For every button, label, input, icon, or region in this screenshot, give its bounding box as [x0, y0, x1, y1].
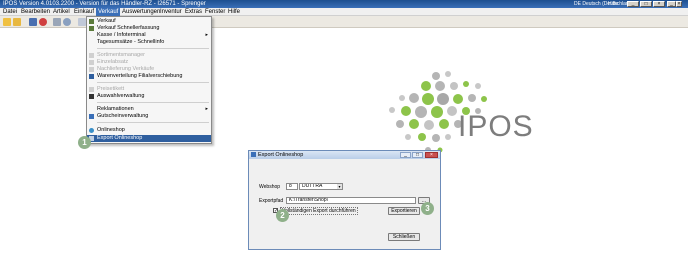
menu-extras[interactable]: Extras [183, 8, 204, 16]
globe-icon [89, 128, 94, 133]
menu-separator [97, 122, 209, 123]
menu-bearbeiten[interactable]: Bearbeiten [19, 8, 52, 16]
menu-item-reklamationen[interactable]: Reklamationen ▸ [87, 106, 211, 113]
menu-verkauf[interactable]: Verkauf [96, 8, 121, 16]
menu-bar: Datei Bearbeiten Artikel Einkauf Verkauf… [0, 8, 688, 16]
submenu-arrow-icon: ▸ [205, 32, 208, 38]
tag-icon [89, 87, 94, 92]
open-icon[interactable] [3, 18, 11, 26]
export-path-label: Exportpfad [259, 198, 284, 204]
menu-item-preisetikett[interactable]: Preisetikett [87, 86, 211, 93]
delete-icon[interactable] [39, 18, 47, 26]
voucher-icon [89, 114, 94, 119]
menu-item-verkauf-schnellerfassung[interactable]: Verkauf Schnellerfassung [87, 25, 211, 32]
doc-minimize-button[interactable]: _ [667, 1, 676, 7]
full-export-label[interactable]: Vollständigen Export durchführen [280, 207, 358, 215]
menu-separator [97, 82, 209, 83]
logo-wordmark: IPOS [458, 110, 534, 143]
print-icon[interactable] [53, 18, 61, 26]
menu-item-warenverteilung[interactable]: Warenverteilung Filialverschiebung [87, 73, 211, 80]
menu-auswertungen[interactable]: Auswertungen [120, 8, 162, 16]
menu-datei[interactable]: Datei [1, 8, 19, 16]
webshop-label: Webshop [259, 184, 281, 190]
cart-icon [89, 19, 94, 24]
verkauf-menu: Verkauf Verkauf Schnellerfassung Kasse /… [86, 16, 212, 144]
app-icon [251, 152, 256, 157]
step-marker-2: 2 [276, 209, 289, 222]
list-icon [89, 94, 94, 99]
menu-einkauf[interactable]: Einkauf [72, 8, 96, 16]
transfer-icon [89, 74, 94, 79]
box-icon [89, 60, 94, 65]
export-button[interactable]: Exportieren [388, 207, 420, 215]
menu-separator [97, 102, 209, 103]
export-path-field[interactable]: K:\Transfer\Shop\ [286, 197, 416, 204]
menu-item-onlineshop[interactable]: Onlineshop [87, 127, 211, 134]
menu-inventur[interactable]: Inventur [158, 8, 184, 16]
menu-fenster[interactable]: Fenster [203, 8, 227, 16]
submenu-arrow-icon: ▸ [205, 106, 208, 112]
chevron-down-icon: ▾ [337, 184, 342, 189]
step-marker-1: 1 [78, 136, 91, 149]
menu-item-einzelabsatz[interactable]: Einzelabsatz [87, 59, 211, 66]
export-onlineshop-dialog: Export Onlineshop _ □ × Webshop 8 DUTTRA… [248, 150, 441, 250]
help-link[interactable]: Hilfe [608, 0, 618, 8]
menu-separator [97, 48, 209, 49]
menu-item-verkauf[interactable]: Verkauf [87, 18, 211, 25]
dialog-minimize-button[interactable]: _ [400, 152, 411, 158]
webshop-select[interactable]: DUTTRA ▾ [299, 183, 343, 190]
dialog-title-bar: Export Onlineshop _ □ × [249, 151, 440, 159]
dialog-title: Export Onlineshop [258, 152, 304, 158]
menu-item-sortimentsmanager[interactable]: Sortimentsmanager [87, 52, 211, 59]
window-title: IPOS Version 4.0103.2200 - Version für d… [3, 1, 206, 7]
close-icon[interactable] [13, 18, 21, 26]
doc-close-button[interactable]: × [676, 1, 682, 7]
menu-item-nachlieferung[interactable]: Nachlieferung Verkäufe [87, 66, 211, 73]
menu-item-kasse-infoterminal[interactable]: Kasse / Infoterminal ▸ [87, 32, 211, 39]
close-button[interactable]: × [653, 1, 665, 7]
maximize-button[interactable]: □ [640, 1, 652, 7]
title-bar: IPOS Version 4.0103.2200 - Version für d… [0, 0, 688, 8]
search-icon[interactable] [63, 18, 71, 26]
dialog-close-button[interactable]: × [425, 152, 438, 158]
menu-hilfe[interactable]: Hilfe [226, 8, 242, 16]
menu-item-export-onlineshop[interactable]: Export Onlineshop [87, 135, 211, 142]
box-icon [89, 53, 94, 58]
menu-item-auswahlverwaltung[interactable]: Auswahlverwaltung [87, 93, 211, 100]
menu-item-gutscheinverwaltung[interactable]: Gutscheinverwaltung [87, 113, 211, 120]
minimize-button[interactable]: _ [627, 1, 639, 7]
step-marker-3: 3 [421, 202, 434, 215]
dialog-maximize-button[interactable]: □ [412, 152, 423, 158]
truck-icon [89, 67, 94, 72]
save-icon[interactable] [29, 18, 37, 26]
close-dialog-button[interactable]: Schließen [388, 233, 420, 241]
menu-artikel[interactable]: Artikel [51, 8, 72, 16]
cart-icon [89, 26, 94, 31]
language-indicator[interactable]: DE Deutsch (Deutschland) [574, 0, 633, 8]
webshop-id-field[interactable]: 8 [286, 183, 298, 190]
menu-item-tagesumsaetze[interactable]: Tagesumsätze - Schnellinfo [87, 39, 211, 46]
filter-icon[interactable] [78, 18, 86, 26]
